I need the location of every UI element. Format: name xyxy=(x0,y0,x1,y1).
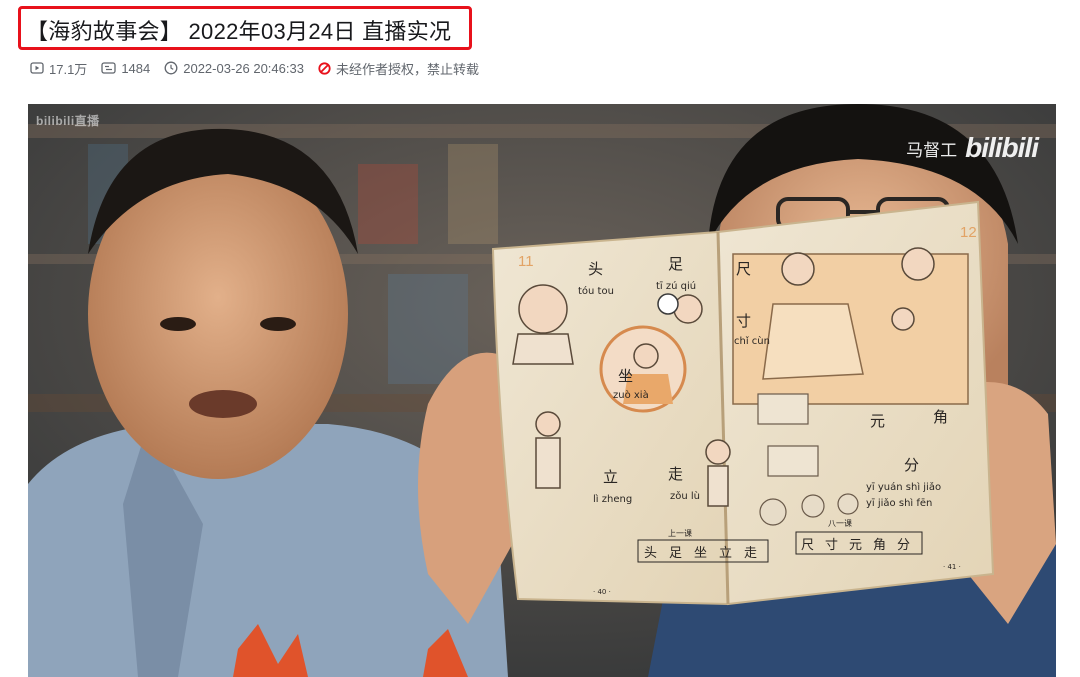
bilibili-logo: bilibili xyxy=(965,132,1039,163)
word-chi: 尺 xyxy=(736,260,751,278)
uploader-watermark: 马督工 bilibili xyxy=(906,132,1039,164)
review-left-3: 立 xyxy=(719,546,732,561)
phrase-jiao-fen: yī jiǎo shì fēn xyxy=(866,497,932,509)
page-footer-left: · 40 · xyxy=(593,588,611,596)
word-li: 立 xyxy=(603,468,618,486)
video-player[interactable]: 11 头 足 tóu tou tī zú qiú 坐 zuò xià 立 走 l… xyxy=(28,104,1056,677)
review-right-3: 角 xyxy=(873,538,886,553)
word-tou: 头 xyxy=(588,260,603,278)
review-right-4: 分 xyxy=(897,538,910,553)
phrase-yuan-jiao: yī yuán shì jiǎo xyxy=(866,481,941,493)
danmaku-count-text: 1484 xyxy=(121,60,151,76)
review-left-4: 走 xyxy=(744,546,757,561)
word-zu: 足 xyxy=(668,255,683,273)
lesson-label-left: 上一课 xyxy=(668,529,692,538)
phrase-zou: zǒu lù xyxy=(670,490,700,502)
word-fen: 分 xyxy=(904,456,919,474)
play-icon xyxy=(30,62,44,74)
video-title: 【海豹故事会】 2022年03月24日 直播实况 xyxy=(26,19,452,44)
phrase-chi-cun: chǐ cùn xyxy=(734,335,770,347)
live-watermark: bilibili直播 xyxy=(36,114,100,128)
review-left-1: 足 xyxy=(669,546,682,561)
video-meta-bar: 17.1万 1484 2022-03-26 20:46:33 未经作者授权，禁止… xyxy=(30,58,493,78)
phrase-tou: tóu tou xyxy=(578,285,614,297)
word-jiao: 角 xyxy=(933,408,948,426)
page-number-right: 12 xyxy=(960,224,977,241)
uploader-name: 马督工 xyxy=(906,140,958,160)
clock-icon xyxy=(164,61,178,75)
video-frame: 11 头 足 tóu tou tī zú qiú 坐 zuò xià 立 走 l… xyxy=(28,104,1056,677)
phrase-zuo: zuò xià xyxy=(613,389,649,401)
textbook: 11 头 足 tóu tou tī zú qiú 坐 zuò xià 立 走 l… xyxy=(491,200,995,606)
copyright-notice: 未经作者授权，禁止转载 xyxy=(318,59,479,78)
review-right-0: 尺 xyxy=(801,538,814,553)
page-footer-right: · 41 · xyxy=(943,563,961,571)
review-right-2: 元 xyxy=(849,538,862,553)
danmaku-count: 1484 xyxy=(101,61,150,76)
review-left-2: 坐 xyxy=(694,546,707,561)
phrase-zu: tī zú qiú xyxy=(656,280,696,292)
view-count: 17.1万 xyxy=(30,59,87,78)
page-number-left: 11 xyxy=(518,253,534,270)
word-zuo: 坐 xyxy=(618,367,633,385)
word-yuan: 元 xyxy=(870,412,885,430)
publish-time-text: 2022-03-26 20:46:33 xyxy=(183,60,304,76)
review-right-1: 寸 xyxy=(825,538,838,553)
copyright-notice-text: 未经作者授权，禁止转载 xyxy=(335,61,479,77)
no-repost-icon xyxy=(318,61,331,75)
review-left-0: 头 xyxy=(644,546,657,561)
view-count-text: 17.1万 xyxy=(49,61,88,77)
publish-time: 2022-03-26 20:46:33 xyxy=(164,61,304,76)
phrase-li: lì zheng xyxy=(593,493,632,505)
danmaku-icon xyxy=(101,62,116,74)
word-zou: 走 xyxy=(668,465,683,483)
word-cun: 寸 xyxy=(736,312,751,330)
lesson-label-right: 八一课 xyxy=(828,519,852,528)
